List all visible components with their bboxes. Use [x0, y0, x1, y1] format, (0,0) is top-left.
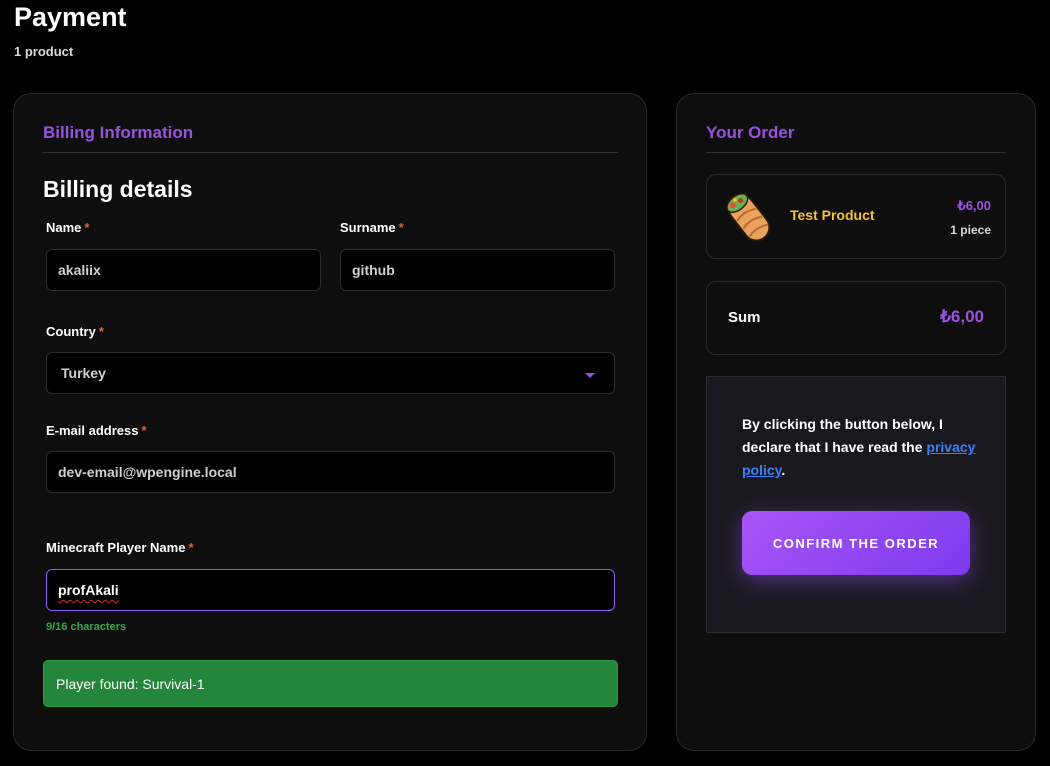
- email-value: dev-email@wpengine.local: [58, 464, 237, 480]
- page-subtitle: 1 product: [14, 44, 74, 59]
- product-item: Test Product ₺6,00 1 piece: [706, 174, 1006, 259]
- email-field[interactable]: dev-email@wpengine.local: [46, 451, 615, 493]
- country-label: Country *: [46, 324, 104, 339]
- chevron-down-icon: [585, 373, 595, 378]
- email-label: E-mail address *: [46, 423, 147, 438]
- declaration-text-start: By clicking the button below, I declare …: [742, 416, 943, 455]
- required-marker: *: [188, 540, 194, 555]
- required-marker: *: [98, 324, 104, 339]
- confirm-order-button[interactable]: CONFIRM THE ORDER: [742, 511, 970, 575]
- billing-details-heading: Billing details: [43, 176, 193, 202]
- player-name-value: profAkali: [58, 582, 119, 598]
- required-marker: *: [398, 220, 404, 235]
- order-sum: Sum ₺6,00: [706, 281, 1006, 355]
- required-marker: *: [84, 220, 90, 235]
- order-card: Your Order Test Product ₺6,00 1 piece Su…: [676, 93, 1036, 751]
- name-label: Name *: [46, 220, 90, 235]
- sum-label: Sum: [728, 309, 761, 326]
- order-section-title: Your Order: [706, 123, 795, 142]
- country-select[interactable]: Turkey: [46, 352, 615, 394]
- declaration-text-end: .: [781, 462, 786, 478]
- divider: [706, 152, 1005, 153]
- surname-label: Surname *: [340, 220, 404, 235]
- player-found-alert: Player found: Survival-1: [43, 660, 618, 707]
- player-name-label: Minecraft Player Name *: [46, 540, 194, 555]
- player-name-field[interactable]: profAkali: [46, 569, 615, 611]
- surname-field[interactable]: github: [340, 249, 615, 291]
- billing-section-title: Billing Information: [43, 123, 194, 142]
- product-price: ₺6,00: [957, 198, 991, 213]
- name-value: akaliix: [58, 262, 101, 278]
- surname-value: github: [352, 262, 395, 278]
- declaration-text: By clicking the button below, I declare …: [742, 413, 982, 482]
- product-quantity: 1 piece: [950, 223, 991, 237]
- burrito-icon: [726, 193, 771, 242]
- country-value: Turkey: [61, 365, 106, 381]
- billing-card: Billing Information Billing details Name…: [13, 93, 647, 751]
- product-name: Test Product: [790, 207, 875, 223]
- sum-value: ₺6,00: [940, 307, 984, 326]
- name-field[interactable]: akaliix: [46, 249, 321, 291]
- character-counter: 9/16 characters: [46, 621, 127, 633]
- page-title: Payment: [14, 2, 127, 32]
- required-marker: *: [141, 423, 147, 438]
- confirm-panel: By clicking the button below, I declare …: [706, 376, 1006, 633]
- divider: [43, 152, 618, 153]
